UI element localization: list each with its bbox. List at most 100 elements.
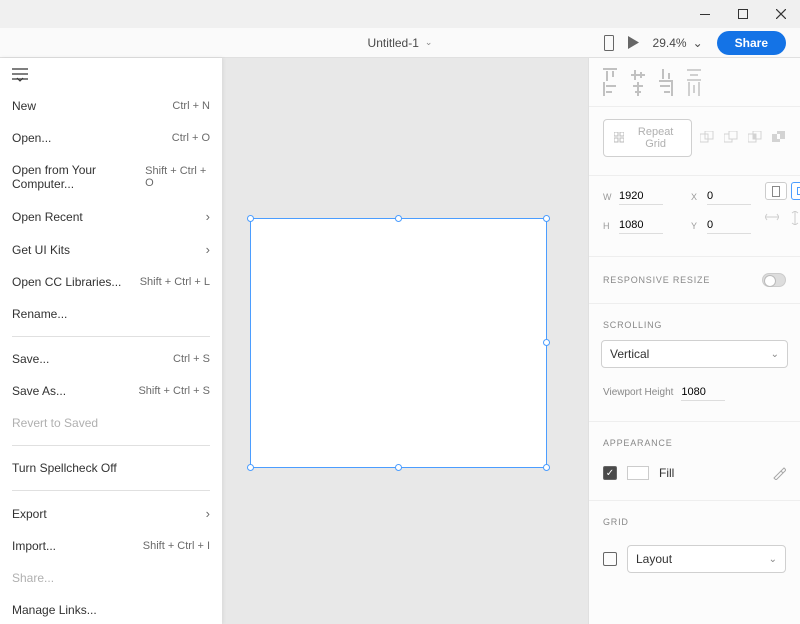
resize-handle[interactable] xyxy=(247,464,254,471)
resize-handle[interactable] xyxy=(543,339,550,346)
appearance-label: Appearance xyxy=(603,438,673,448)
menu-item[interactable]: Save As... Shift + Ctrl + S xyxy=(0,375,222,407)
menu-item[interactable]: Turn Spellcheck Off xyxy=(0,452,222,484)
menu-item-shortcut: Ctrl + N xyxy=(172,100,210,112)
grid-header: Grid xyxy=(589,507,800,537)
align-right-icon[interactable] xyxy=(659,82,673,96)
menu-item-shortcut: Shift + Ctrl + O xyxy=(145,165,210,189)
menu-item[interactable]: Save...Ctrl + S xyxy=(0,343,222,375)
menu-item[interactable]: Open... Ctrl + O xyxy=(0,122,222,154)
menu-item[interactable]: Open CC Libraries...Shift + Ctrl + L xyxy=(0,266,222,298)
menu-item-label: Rename... xyxy=(12,307,67,321)
chevron-down-icon: ⌄ xyxy=(769,554,777,565)
scrolling-select[interactable]: Vertical ⌄ xyxy=(601,340,788,368)
device-preview-icon[interactable] xyxy=(604,35,614,51)
fill-label: Fill xyxy=(659,466,674,480)
align-bottom-icon[interactable] xyxy=(659,68,673,82)
zoom-value: 29.4% xyxy=(653,36,687,50)
menu-item[interactable]: Open from Your Computer...Shift + Ctrl +… xyxy=(0,154,222,200)
menu-item-label: Save As... xyxy=(12,384,66,398)
menu-item[interactable]: Get UI Kits › xyxy=(0,233,222,266)
grid-label: Grid xyxy=(603,517,629,527)
grid-checkbox[interactable] xyxy=(603,552,617,566)
menu-item-label: Revert to Saved xyxy=(12,416,98,430)
fill-checkbox[interactable] xyxy=(603,466,617,480)
align-left-icon[interactable] xyxy=(603,82,617,96)
scrolling-label: Scrolling xyxy=(603,320,662,330)
appearance-header: Appearance xyxy=(589,428,800,458)
bool-intersect-icon[interactable] xyxy=(748,131,762,145)
resize-handle[interactable] xyxy=(395,464,402,471)
resize-handle[interactable] xyxy=(543,464,550,471)
menu-item-label: Open... xyxy=(12,131,51,145)
distribute-h-icon[interactable] xyxy=(687,82,701,96)
menu-item: Share... xyxy=(0,562,222,594)
menu-item-label: Open from Your Computer... xyxy=(12,163,145,191)
close-button[interactable] xyxy=(766,3,796,25)
responsive-label: Responsive Resize xyxy=(603,275,710,285)
menu-item[interactable]: Open Recent › xyxy=(0,200,222,233)
scrolling-value: Vertical xyxy=(610,347,649,361)
repeat-grid-button[interactable]: Repeat Grid xyxy=(603,119,692,157)
menu-item[interactable]: Import...Shift + Ctrl + I xyxy=(0,530,222,562)
responsive-resize-header: Responsive Resize xyxy=(589,263,800,297)
align-hcenter-icon[interactable] xyxy=(631,82,645,96)
menu-item-shortcut: Shift + Ctrl + S xyxy=(138,385,210,397)
resize-handle[interactable] xyxy=(543,215,550,222)
zoom-control[interactable]: 29.4% ⌄ xyxy=(653,36,703,50)
menu-item[interactable]: New Ctrl + N xyxy=(0,90,222,122)
chevron-down-icon: ⌄ xyxy=(693,36,703,50)
bool-add-icon[interactable] xyxy=(700,131,714,145)
hamburger-menu-icon[interactable] xyxy=(0,66,222,90)
document-title[interactable]: Untitled-1 ⌄ xyxy=(368,36,433,50)
share-button[interactable]: Share xyxy=(717,31,786,55)
align-row xyxy=(589,58,800,107)
menu-item-label: Open Recent xyxy=(12,210,83,224)
flip-h-icon[interactable] xyxy=(765,211,779,240)
menu-item: Revert to Saved xyxy=(0,407,222,439)
bool-subtract-icon[interactable] xyxy=(724,131,738,145)
bool-exclude-icon[interactable] xyxy=(772,131,786,145)
canvas[interactable] xyxy=(222,58,588,624)
minimize-button[interactable] xyxy=(690,3,720,25)
flip-v-icon[interactable] xyxy=(789,211,800,240)
window-titlebar xyxy=(0,0,800,28)
eyedropper-icon[interactable] xyxy=(772,466,786,480)
scrolling-header: Scrolling xyxy=(589,310,800,340)
x-field[interactable] xyxy=(707,188,751,205)
chevron-right-icon: › xyxy=(206,209,210,224)
y-field[interactable] xyxy=(707,217,751,234)
menu-item[interactable]: Manage Links... xyxy=(0,594,222,624)
responsive-toggle[interactable] xyxy=(762,273,786,287)
portrait-button[interactable] xyxy=(765,182,787,200)
menu-item-label: Export xyxy=(12,507,47,521)
fill-swatch[interactable] xyxy=(627,466,649,480)
height-field[interactable] xyxy=(619,217,663,234)
resize-handle[interactable] xyxy=(395,215,402,222)
menu-item-label: Get UI Kits xyxy=(12,243,70,257)
menu-item-shortcut: Shift + Ctrl + I xyxy=(143,540,210,552)
menu-item[interactable]: Rename... xyxy=(0,298,222,330)
viewport-height-label: Viewport Height xyxy=(603,387,673,398)
menu-item-label: Share... xyxy=(12,571,54,585)
landscape-button[interactable] xyxy=(791,182,800,200)
chevron-right-icon: › xyxy=(206,506,210,521)
menu-item[interactable]: Export › xyxy=(0,497,222,530)
menu-item-label: Open CC Libraries... xyxy=(12,275,121,289)
menu-item-shortcut: Ctrl + O xyxy=(172,132,210,144)
menu-item-label: New xyxy=(12,99,36,113)
align-top-icon[interactable] xyxy=(603,68,617,82)
play-icon[interactable] xyxy=(628,36,639,49)
distribute-v-icon[interactable] xyxy=(687,68,701,82)
viewport-height-field[interactable] xyxy=(681,384,725,401)
resize-handle[interactable] xyxy=(247,215,254,222)
menu-item-label: Turn Spellcheck Off xyxy=(12,461,117,475)
artboard[interactable] xyxy=(250,218,547,468)
width-field[interactable] xyxy=(619,188,663,205)
align-vcenter-icon[interactable] xyxy=(631,68,645,82)
grid-value: Layout xyxy=(636,552,672,566)
maximize-button[interactable] xyxy=(728,3,758,25)
grid-select[interactable]: Layout ⌄ xyxy=(627,545,786,573)
chevron-right-icon: › xyxy=(206,242,210,257)
menu-item-label: Manage Links... xyxy=(12,603,97,617)
